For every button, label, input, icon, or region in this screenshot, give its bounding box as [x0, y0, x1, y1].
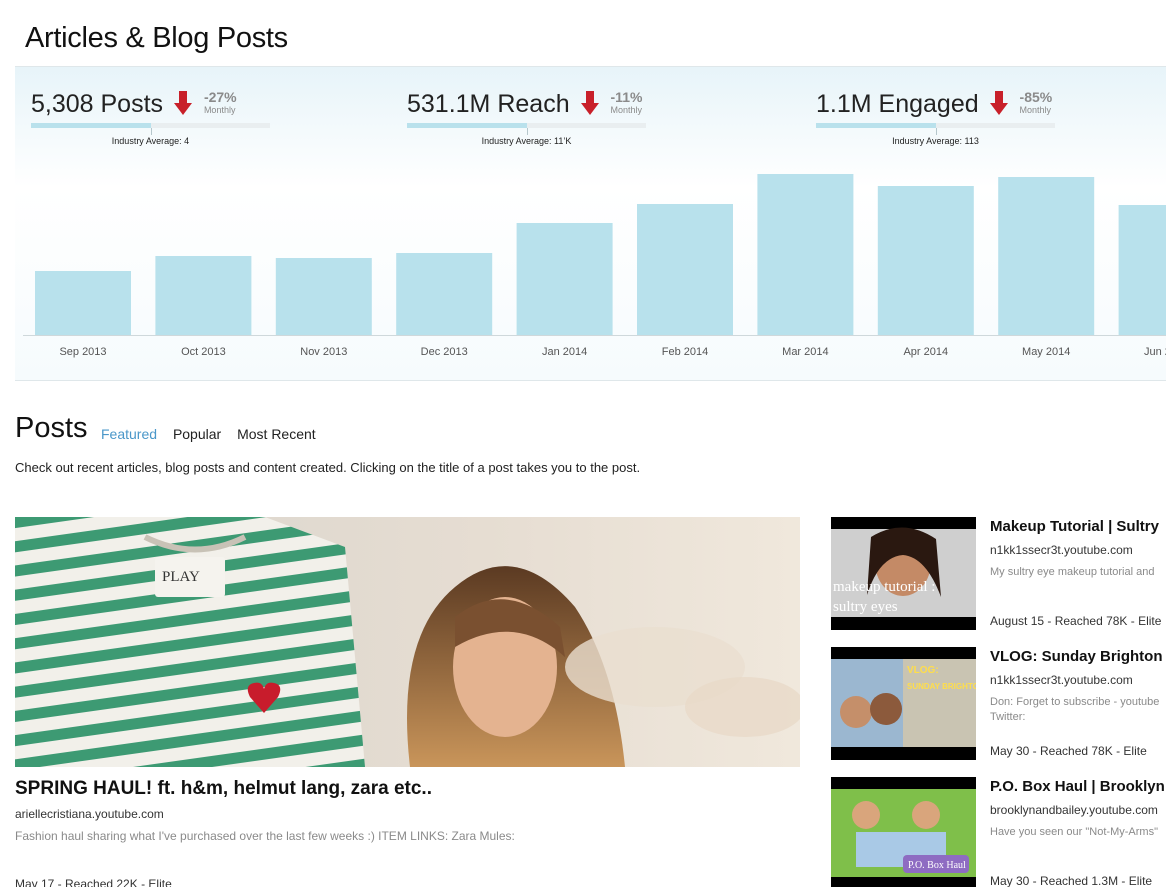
thumb-caption: makeup tutorial :	[833, 579, 935, 595]
industry-average-marker	[151, 128, 152, 135]
down-arrow-icon	[173, 90, 193, 121]
chart-x-tick-label: Dec 2013	[421, 346, 468, 358]
metric-engaged: 1.1M Engaged -85% Monthly Industry Avera…	[816, 87, 1055, 146]
side-post-thumbnail[interactable]: P.O. Box Haul	[831, 777, 976, 887]
chart-bar-nov-2013[interactable]	[275, 258, 372, 335]
chart-bar-dec-2013[interactable]	[396, 253, 493, 335]
thumb-caption: sultry eyes	[833, 599, 898, 615]
chart-bar-sep-2013[interactable]	[35, 271, 131, 335]
page-title: Articles & Blog Posts	[25, 22, 288, 54]
side-post-description: My sultry eye makeup tutorial and	[990, 566, 1155, 578]
thumb-caption: SUNDAY BRIGHTON	[907, 682, 976, 691]
featured-post-source: ariellecristiana.youtube.com	[15, 807, 164, 821]
side-post-meta: May 30 - Reached 78K - Elite	[990, 744, 1147, 758]
thumb-caption: P.O. Box Haul	[908, 860, 966, 871]
thumb-caption: VLOG:	[907, 665, 939, 676]
metric-reach: 531.1M Reach -11% Monthly Industry Avera…	[407, 87, 646, 146]
metric-change: -11% Monthly	[611, 89, 643, 116]
monthly-bar-chart: Sep 2013 Oct 2013 Nov 2013 Dec 2013 Jan 2014…	[23, 167, 1166, 367]
chart-bar-jan-2014[interactable]	[516, 223, 613, 335]
metric-change: -85% Monthly	[1020, 89, 1053, 116]
side-post-title[interactable]: Makeup Tutorial | Sultry	[990, 518, 1159, 535]
posts-tabs: Featured Popular Most Recent	[101, 426, 328, 442]
metric-change-period: Monthly	[203, 105, 236, 115]
industry-average-marker	[527, 128, 528, 135]
side-post-meta: August 15 - Reached 78K - Elite	[990, 614, 1162, 628]
industry-average-marker	[936, 128, 937, 135]
featured-post-title[interactable]: SPRING HAUL! ft. h&m, helmut lang, zara …	[15, 778, 432, 800]
chart-bar-may-2014[interactable]	[998, 177, 1095, 335]
side-post-description: Have you seen our "Not-My-Arms"	[990, 826, 1158, 838]
side-post-thumbnail[interactable]: VLOG: SUNDAY BRIGHTON	[831, 647, 976, 760]
side-post-title[interactable]: P.O. Box Haul | Brooklyn	[990, 778, 1165, 795]
side-post-item: makeup tutorial : sultry eyes Makeup Tut…	[831, 517, 1166, 631]
industry-average-label: Industry Average: 4	[111, 136, 190, 146]
side-post-description: Don: Forget to subscribe - youtube Twitt…	[990, 696, 1160, 723]
chart-x-tick-label: Nov 2013	[300, 346, 347, 358]
tab-popular[interactable]: Popular	[173, 426, 221, 442]
chart-bar-apr-2014[interactable]	[877, 186, 974, 335]
side-post-source: n1kk1ssecr3t.youtube.com	[990, 543, 1133, 557]
metric-progress-fill	[407, 123, 527, 128]
side-post-meta: May 30 - Reached 1.3M - Elite	[990, 874, 1153, 887]
down-arrow-icon	[580, 90, 600, 121]
shirt-print-text: PLAY	[162, 569, 200, 585]
industry-average-label: Industry Average: 11’K	[481, 136, 572, 146]
metric-progress-fill	[816, 123, 936, 128]
side-post-item: VLOG: SUNDAY BRIGHTON VLOG: Sunday Brigh…	[831, 647, 1166, 761]
chart-x-tick-label: Oct 2013	[181, 346, 226, 358]
chart-x-tick-label: Mar 2014	[782, 346, 828, 358]
chart-bar-mar-2014[interactable]	[757, 174, 854, 335]
down-arrow-icon	[989, 90, 1009, 121]
featured-post-meta: May 17 - Reached 22K - Elite	[15, 877, 172, 887]
side-post-source: brooklynandbailey.youtube.com	[990, 803, 1158, 817]
metric-value: 1.1M Engaged	[816, 90, 979, 118]
chart-x-tick-label: Sep 2013	[59, 346, 106, 358]
chart-bar-oct-2013[interactable]	[155, 256, 252, 335]
posts-heading: Posts	[15, 412, 88, 444]
metric-value: 531.1M Reach	[407, 90, 570, 118]
industry-average-label: Industry Average: 113	[892, 136, 979, 146]
chart-x-tick-label: May 2014	[1022, 346, 1070, 358]
posts-intro-text: Check out recent articles, blog posts an…	[15, 460, 641, 475]
side-post-thumbnail[interactable]: makeup tutorial : sultry eyes	[831, 517, 976, 630]
featured-post-description: Fashion haul sharing what I've purchased…	[15, 829, 515, 843]
chart-bar-feb-2014[interactable]	[637, 204, 733, 335]
tab-most-recent[interactable]: Most Recent	[237, 426, 316, 442]
chart-bar-jun-2014[interactable]	[1118, 205, 1166, 335]
featured-post-thumbnail[interactable]: PLAY	[15, 517, 800, 767]
metric-change-period: Monthly	[610, 105, 643, 115]
tab-featured[interactable]: Featured	[101, 426, 157, 442]
chart-x-tick-label: Jan 2014	[542, 346, 587, 358]
metric-change-percent: -11%	[610, 89, 643, 105]
bar-chart-svg: Sep 2013 Oct 2013 Nov 2013 Dec 2013 Jan 2014…	[23, 174, 1166, 358]
metric-change-percent: -27%	[203, 89, 237, 105]
chart-x-tick-label: Apr 2014	[903, 346, 948, 358]
chart-x-tick-label: Feb 2014	[662, 346, 708, 358]
metric-change-percent: -85%	[1019, 89, 1053, 105]
chart-x-tick-label: Jun 2014	[1144, 346, 1166, 358]
metric-change-period: Monthly	[1019, 105, 1052, 115]
side-post-source: n1kk1ssecr3t.youtube.com	[990, 673, 1133, 687]
metric-progress-fill	[31, 123, 151, 128]
metric-change: -27% Monthly	[204, 89, 237, 116]
side-post-title[interactable]: VLOG: Sunday Brighton	[990, 648, 1163, 665]
metric-posts: 5,308 Posts -27% Monthly Industry Averag…	[31, 87, 270, 146]
side-post-item: P.O. Box Haul P.O. Box Haul | Brooklyn b…	[831, 777, 1166, 887]
metrics-summary-panel: 5,308 Posts -27% Monthly Industry Averag…	[15, 66, 1166, 381]
metric-value: 5,308 Posts	[31, 90, 164, 118]
